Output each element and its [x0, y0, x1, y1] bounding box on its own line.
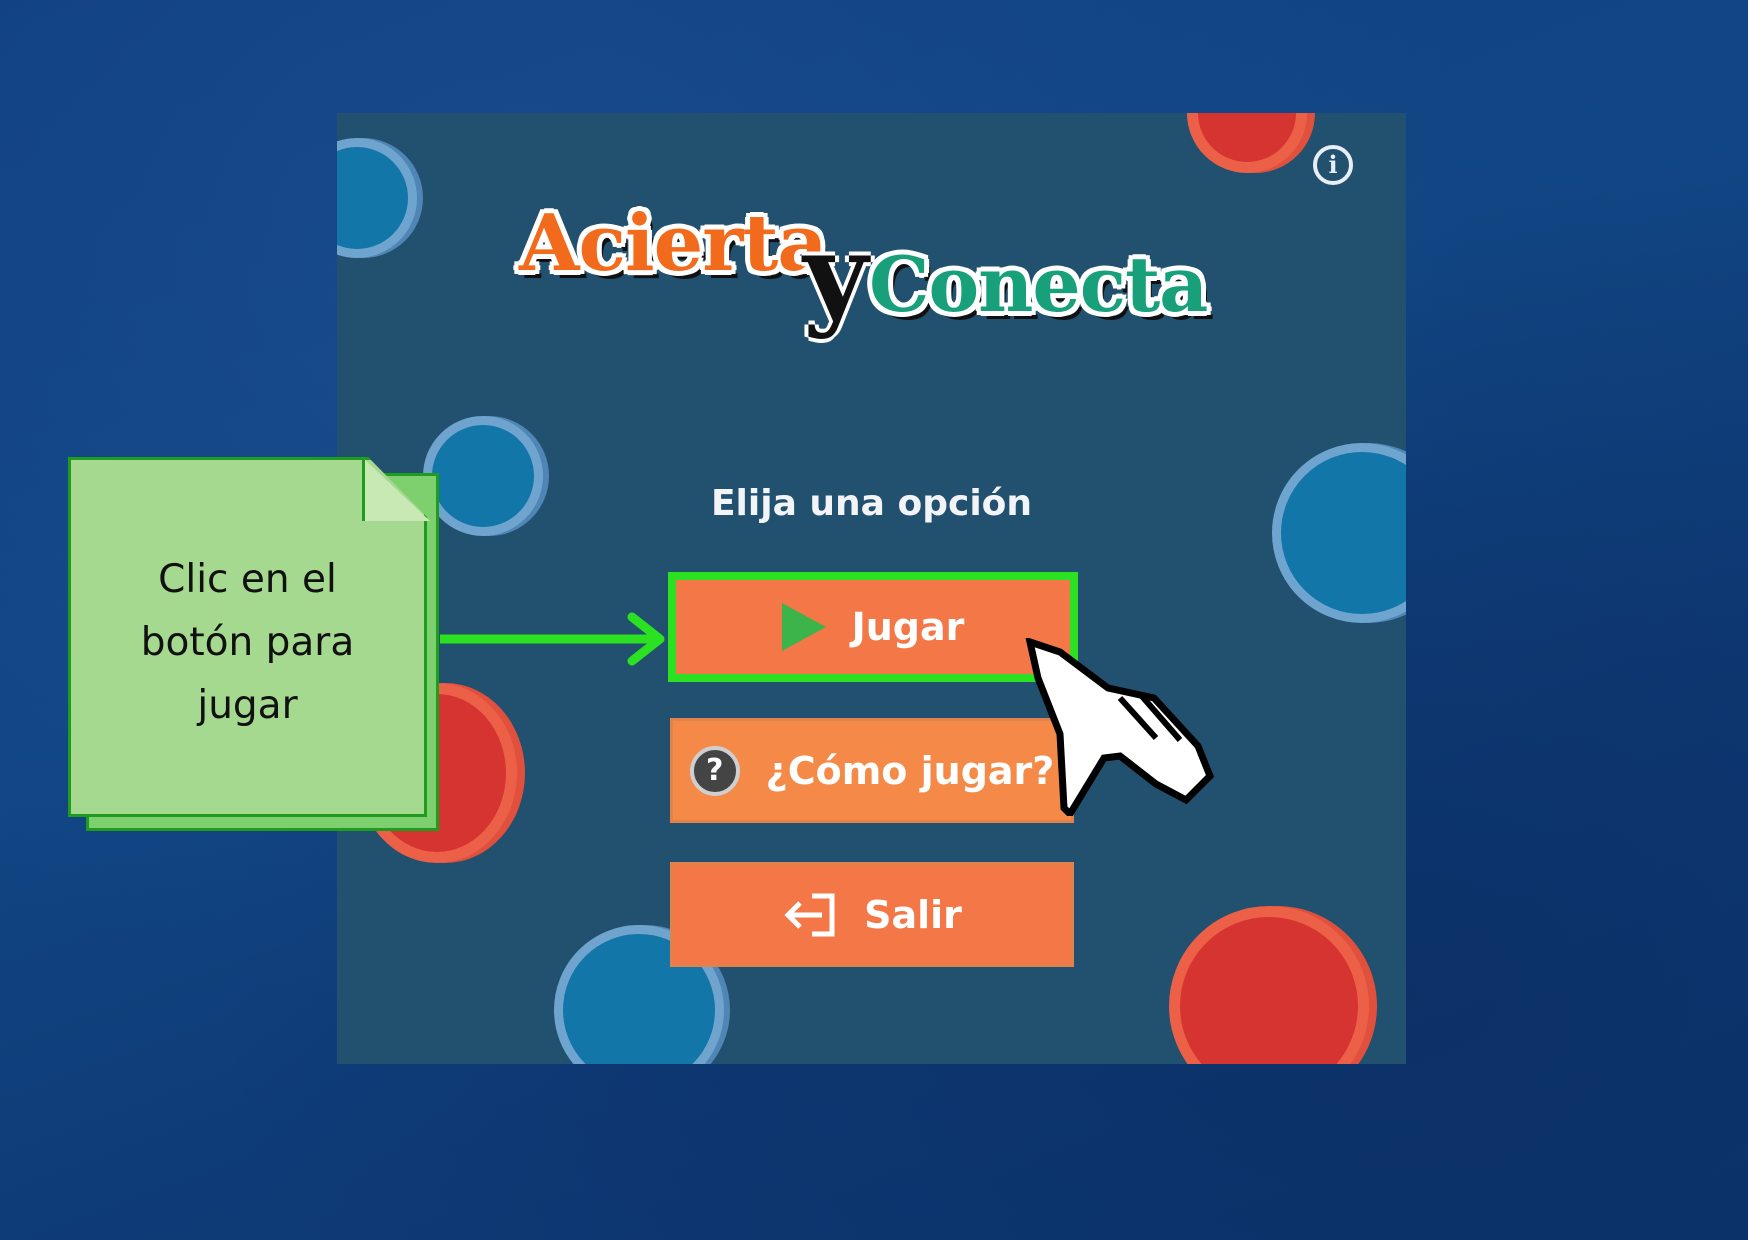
play-button-label: Jugar — [851, 605, 965, 649]
decorative-chip — [1272, 443, 1406, 623]
logo-word-acierta: Acierta — [519, 198, 828, 289]
logo-word-y: y — [803, 210, 868, 341]
how-to-play-button[interactable]: ? ¿Cómo jugar? — [670, 718, 1074, 823]
exit-button-label: Salir — [864, 892, 962, 937]
callout-arrow-icon — [440, 612, 665, 666]
callout-line: botón para — [140, 620, 355, 665]
help-icon: ? — [689, 745, 740, 796]
callout-text: Clic en el botón para jugar — [68, 548, 427, 737]
hand-cursor-icon — [1025, 638, 1215, 816]
how-to-play-label: ¿Cómo jugar? — [765, 748, 1055, 793]
exit-icon — [784, 893, 835, 936]
play-icon — [781, 603, 826, 651]
decorative-chip — [1187, 113, 1307, 173]
play-button[interactable]: Jugar — [668, 572, 1078, 682]
callout-line: jugar — [197, 683, 298, 728]
game-logo: Acierta y Conecta — [507, 178, 1267, 378]
logo-word-conecta: Conecta — [869, 240, 1208, 329]
menu-prompt: Elija una opción — [710, 483, 1033, 524]
decorative-chip — [1169, 906, 1369, 1064]
exit-button[interactable]: Salir — [670, 862, 1074, 967]
game-window: i Acierta y Conecta Elija una opción Jug… — [337, 113, 1406, 1064]
decorative-chip — [337, 138, 417, 258]
callout-line: Clic en el — [158, 557, 337, 602]
info-icon: i — [1328, 150, 1338, 179]
info-button[interactable]: i — [1313, 145, 1353, 185]
